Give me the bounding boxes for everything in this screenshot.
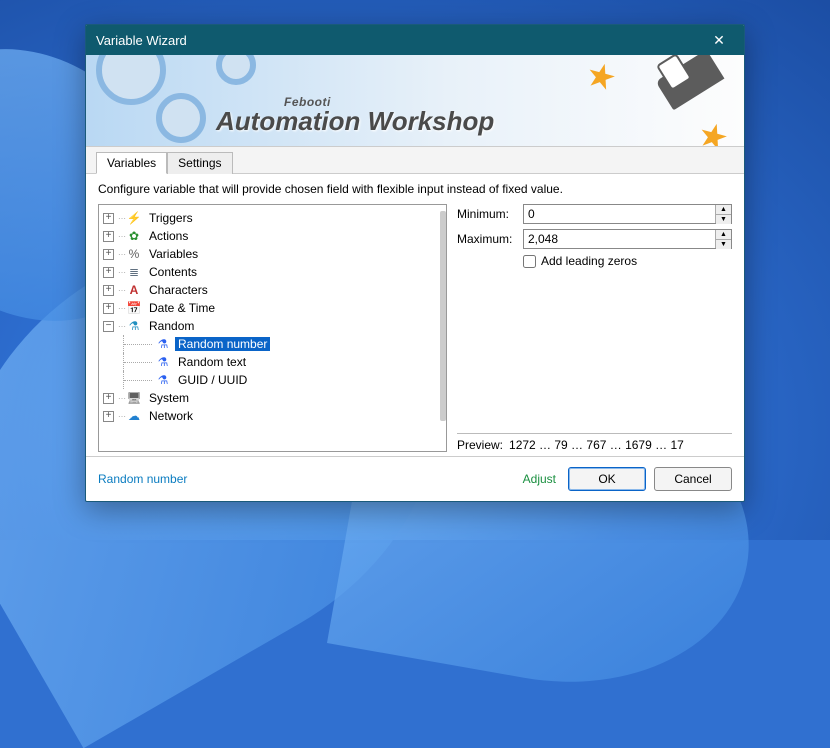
spin-up-icon[interactable]: ▲ xyxy=(716,230,731,240)
leading-zeros-label: Add leading zeros xyxy=(541,254,637,268)
list-icon: ≣ xyxy=(126,265,142,279)
banner-product: Automation Workshop xyxy=(216,108,494,134)
tree-node-contents[interactable]: +⋯ ≣ Contents xyxy=(101,263,444,281)
gear-icon xyxy=(156,93,206,143)
description: Configure variable that will provide cho… xyxy=(98,182,732,196)
expand-icon[interactable]: + xyxy=(103,231,114,242)
tree-node-actions[interactable]: +⋯ ✿ Actions xyxy=(101,227,444,245)
expand-icon[interactable]: + xyxy=(103,411,114,422)
star-icon: ★ xyxy=(693,114,733,147)
cloud-icon: ☁ xyxy=(126,409,142,423)
a-icon: A xyxy=(126,283,142,297)
expand-icon[interactable]: + xyxy=(103,285,114,296)
flask-icon: ⚗ xyxy=(155,373,171,387)
gear-icon xyxy=(216,55,256,85)
preview-label: Preview: xyxy=(457,438,503,452)
preview-value: 1272 … 79 … 767 … 1679 … 17 xyxy=(509,438,684,452)
calendar-icon: 📅 xyxy=(126,301,142,315)
tree-node-datetime[interactable]: +⋯ 📅 Date & Time xyxy=(101,299,444,317)
minimum-label: Minimum: xyxy=(457,207,517,221)
expand-icon[interactable]: + xyxy=(103,303,114,314)
dialog-footer: Random number Adjust OK Cancel xyxy=(86,456,744,501)
expand-icon[interactable]: + xyxy=(103,213,114,224)
collapse-icon[interactable]: − xyxy=(103,321,114,332)
tab-content: Configure variable that will provide cho… xyxy=(86,174,744,456)
flask-icon: ⚗ xyxy=(155,355,171,369)
tab-settings[interactable]: Settings xyxy=(167,152,232,174)
preview-row: Preview: 1272 … 79 … 767 … 1679 … 17 xyxy=(457,433,732,452)
expand-icon[interactable]: + xyxy=(103,267,114,278)
tree-node-random-number[interactable]: ⚗ Random number xyxy=(101,335,444,353)
maximum-field[interactable] xyxy=(524,230,715,248)
flask-icon: ⚗ xyxy=(126,319,142,333)
gear-icon xyxy=(96,55,166,105)
tab-strip: Variables Settings xyxy=(86,147,744,174)
variable-tree[interactable]: +⋯ ⚡ Triggers +⋯ ✿ Actions +⋯ % Variable… xyxy=(98,204,447,452)
tree-node-characters[interactable]: +⋯ A Characters xyxy=(101,281,444,299)
tree-node-variables[interactable]: +⋯ % Variables xyxy=(101,245,444,263)
monitor-icon: 🖥 xyxy=(126,391,142,405)
adjust-link[interactable]: Adjust xyxy=(523,472,556,486)
flask-icon: ⚗ xyxy=(155,337,171,351)
tree-node-network[interactable]: +⋯ ☁ Network xyxy=(101,407,444,425)
expand-icon[interactable]: + xyxy=(103,393,114,404)
spin-down-icon[interactable]: ▼ xyxy=(716,215,731,224)
percent-icon: % xyxy=(126,247,142,261)
tree-node-triggers[interactable]: +⋯ ⚡ Triggers xyxy=(101,209,444,227)
status-text: Random number xyxy=(98,472,515,486)
star-icon: ★ xyxy=(581,55,621,100)
window-title: Variable Wizard xyxy=(96,33,704,48)
maximum-input[interactable]: ▲ ▼ xyxy=(523,229,732,249)
pen-eraser-graphic: ★ ★ xyxy=(604,63,724,143)
gear-icon: ✿ xyxy=(126,229,142,243)
minimum-input[interactable]: ▲ ▼ xyxy=(523,204,732,224)
expand-icon[interactable]: + xyxy=(103,249,114,260)
cancel-button[interactable]: Cancel xyxy=(654,467,732,491)
scrollbar[interactable] xyxy=(440,211,446,421)
minimum-field[interactable] xyxy=(524,205,715,223)
close-icon[interactable]: ✕ xyxy=(704,32,734,49)
variable-wizard-dialog: Variable Wizard ✕ Febooti Automation Wor… xyxy=(85,24,745,502)
properties-pane: Minimum: ▲ ▼ Maximum: ▲ ▼ xyxy=(457,204,732,452)
tree-node-random[interactable]: −⋯ ⚗ Random xyxy=(101,317,444,335)
ok-button[interactable]: OK xyxy=(568,467,646,491)
spin-up-icon[interactable]: ▲ xyxy=(716,205,731,215)
tree-node-system[interactable]: +⋯ 🖥 System xyxy=(101,389,444,407)
banner: Febooti Automation Workshop ★ ★ xyxy=(86,55,744,147)
tree-node-guid[interactable]: ⚗ GUID / UUID xyxy=(101,371,444,389)
bolt-icon: ⚡ xyxy=(126,211,142,225)
leading-zeros-checkbox[interactable] xyxy=(523,255,536,268)
spin-down-icon[interactable]: ▼ xyxy=(716,240,731,249)
tree-node-random-text[interactable]: ⚗ Random text xyxy=(101,353,444,371)
titlebar: Variable Wizard ✕ xyxy=(86,25,744,55)
tab-variables[interactable]: Variables xyxy=(96,152,167,174)
maximum-label: Maximum: xyxy=(457,232,517,246)
